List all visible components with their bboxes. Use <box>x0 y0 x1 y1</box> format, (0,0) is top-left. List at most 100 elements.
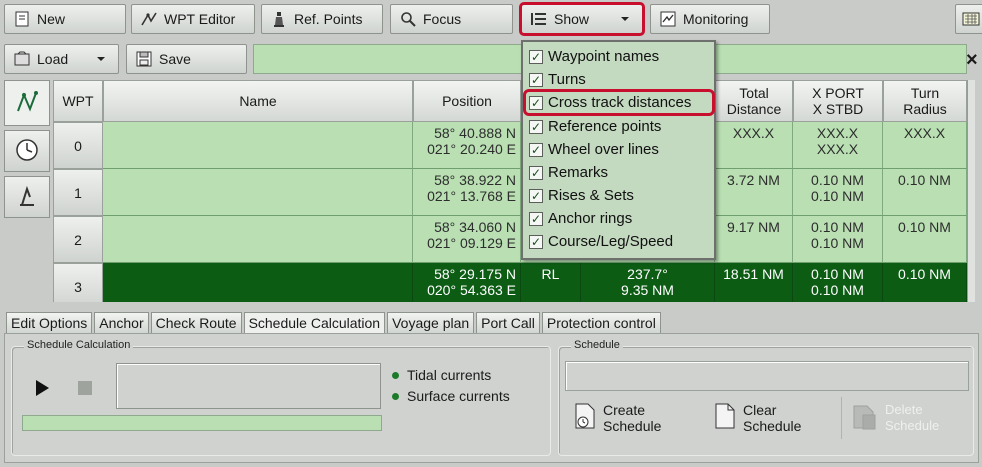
menu-item-wheel-over-lines[interactable]: ✓ Wheel over lines <box>529 139 659 160</box>
total-distance-cell: 3.72 NM <box>715 169 793 216</box>
ref-points-button[interactable]: Ref. Points <box>261 4 383 34</box>
load-dropdown-button[interactable]: Load <box>4 44 119 74</box>
checkbox-checked-icon[interactable]: ✓ <box>529 95 543 110</box>
stop-icon[interactable] <box>78 381 92 395</box>
table-row[interactable]: 2 58° 34.060 N 021° 09.129 E 9.17 NM 0.1… <box>53 216 975 263</box>
wpt-editor-button[interactable]: WPT Editor <box>131 4 255 34</box>
new-document-icon <box>13 10 31 28</box>
menu-item-anchor-rings[interactable]: ✓ Anchor rings <box>529 208 632 229</box>
turn-radius-cell: 0.10 NM <box>883 169 967 216</box>
create-schedule-button[interactable]: Create Schedule <box>573 401 661 434</box>
tab-voyage-plan[interactable]: Voyage plan <box>387 312 475 334</box>
turn-label-2: Radius <box>903 101 947 117</box>
menu-item-course-leg-speed[interactable]: ✓ Course/Leg/Speed <box>529 231 673 252</box>
menu-item-label: Waypoint names <box>548 48 660 65</box>
tidal-currents-label: Tidal currents <box>407 367 492 383</box>
col-header-wpt[interactable]: WPT <box>53 80 103 122</box>
table-row-selected[interactable]: 3 58° 29.175 N 020° 54.363 E RL 237.7° 9… <box>53 263 975 302</box>
longitude: 021° 20.240 E <box>427 141 516 157</box>
col-header-position[interactable]: Position <box>413 80 521 122</box>
xstbd-value: 0.10 NM <box>811 282 864 298</box>
menu-item-turns[interactable]: ✓ Turns <box>529 69 586 90</box>
xtd-cell: 0.10 NM 0.10 NM <box>793 169 883 216</box>
menu-item-remarks[interactable]: ✓ Remarks <box>529 162 608 183</box>
wpt-number: 1 <box>53 169 103 216</box>
menu-item-rises-sets[interactable]: ✓ Rises & Sets <box>529 185 634 206</box>
tab-edit-options[interactable]: Edit Options <box>6 312 93 334</box>
position-cell: 58° 40.888 N 021° 20.240 E <box>413 122 521 169</box>
xtd-cell: 0.10 NM 0.10 NM <box>793 263 883 302</box>
delete-label-2: Schedule <box>885 417 940 433</box>
checkbox-checked-icon[interactable]: ✓ <box>529 188 543 203</box>
clock-tool-button[interactable] <box>4 130 50 172</box>
xport-value: 0.10 NM <box>811 266 864 282</box>
clear-schedule-button[interactable]: Clear Schedule <box>713 401 801 434</box>
tab-port-call[interactable]: Port Call <box>476 312 540 334</box>
monitoring-icon <box>659 10 677 28</box>
menu-item-label: Cross track distances <box>548 94 692 111</box>
menu-item-reference-points[interactable]: ✓ Reference points <box>529 116 661 137</box>
tab-protection-control[interactable]: Protection control <box>541 312 661 334</box>
surface-currents-label: Surface currents <box>407 388 510 404</box>
col-header-turn-radius[interactable]: Turn Radius <box>883 80 967 122</box>
menu-item-label: Reference points <box>548 118 662 135</box>
menu-item-cross-track-distances[interactable]: ✓ Cross track distances <box>523 89 715 116</box>
sounding-tool-button[interactable] <box>4 176 50 218</box>
col-header-name[interactable]: Name <box>103 80 413 122</box>
show-dropdown-button[interactable]: Show <box>519 2 645 36</box>
keyboard-button[interactable] <box>955 4 982 34</box>
wpt-number: 3 <box>53 263 103 302</box>
col-header-xtd[interactable]: X PORT X STBD <box>793 80 883 122</box>
longitude: 021° 13.768 E <box>427 188 516 204</box>
focus-button[interactable]: Focus <box>390 4 513 34</box>
left-tool-strip <box>4 80 50 298</box>
group-legend: Schedule Calculation <box>24 339 134 351</box>
route-tool-button[interactable] <box>4 80 50 126</box>
monitoring-button[interactable]: Monitoring <box>650 4 770 34</box>
play-icon[interactable] <box>34 379 52 399</box>
name-cell[interactable] <box>103 122 413 169</box>
table-row[interactable]: 0 58° 40.888 N 021° 20.240 E XXX.X XXX.X… <box>53 122 975 169</box>
schedule-calculation-group: Schedule Calculation Tidal currents Surf… <box>11 339 551 456</box>
menu-item-label: Wheel over lines <box>548 141 659 158</box>
latitude: 58° 40.888 N <box>434 125 516 141</box>
route-icon <box>14 89 40 118</box>
tab-check-route[interactable]: Check Route <box>150 312 242 334</box>
close-icon[interactable]: × <box>966 48 982 72</box>
col-header-total-distance[interactable]: Total Distance <box>715 80 793 122</box>
create-label-1: Create <box>603 401 646 418</box>
save-button[interactable]: Save <box>126 44 247 74</box>
checkbox-checked-icon[interactable]: ✓ <box>529 119 543 134</box>
name-cell[interactable] <box>103 169 413 216</box>
progress-bar <box>22 415 382 431</box>
clock-icon <box>15 138 39 165</box>
checkbox-checked-icon[interactable]: ✓ <box>529 234 543 249</box>
tab-anchor[interactable]: Anchor <box>94 312 149 334</box>
xtd-cell: 0.10 NM 0.10 NM <box>793 216 883 263</box>
status-dot-icon <box>392 392 399 400</box>
show-label: Show <box>554 11 590 27</box>
delete-schedule-icon <box>851 401 879 434</box>
checkbox-checked-icon[interactable]: ✓ <box>529 49 543 64</box>
divider <box>841 397 842 439</box>
monitoring-label: Monitoring <box>683 11 749 27</box>
delete-label-1: Delete <box>885 401 923 417</box>
create-label-2: Schedule <box>603 417 662 434</box>
schedule-name-field[interactable] <box>565 361 969 391</box>
total-label-1: Total <box>739 85 769 101</box>
table-row[interactable]: 1 58° 38.922 N 021° 13.768 E 3.72 NM 0.1… <box>53 169 975 216</box>
name-cell[interactable] <box>103 263 413 302</box>
create-schedule-text: Create Schedule <box>603 402 661 434</box>
name-cell[interactable] <box>103 216 413 263</box>
delete-schedule-button[interactable]: Delete Schedule <box>851 401 939 434</box>
checkbox-checked-icon[interactable]: ✓ <box>529 165 543 180</box>
clear-schedule-icon <box>713 401 737 434</box>
total-distance-cell: 18.51 NM <box>715 263 793 302</box>
tab-schedule-calculation[interactable]: Schedule Calculation <box>243 312 386 334</box>
course-cell: 237.7° 9.35 NM <box>581 263 715 302</box>
checkbox-checked-icon[interactable]: ✓ <box>529 211 543 226</box>
menu-item-waypoint-names[interactable]: ✓ Waypoint names <box>529 46 659 67</box>
checkbox-checked-icon[interactable]: ✓ <box>529 72 543 87</box>
new-button[interactable]: New <box>4 4 126 34</box>
checkbox-checked-icon[interactable]: ✓ <box>529 142 543 157</box>
